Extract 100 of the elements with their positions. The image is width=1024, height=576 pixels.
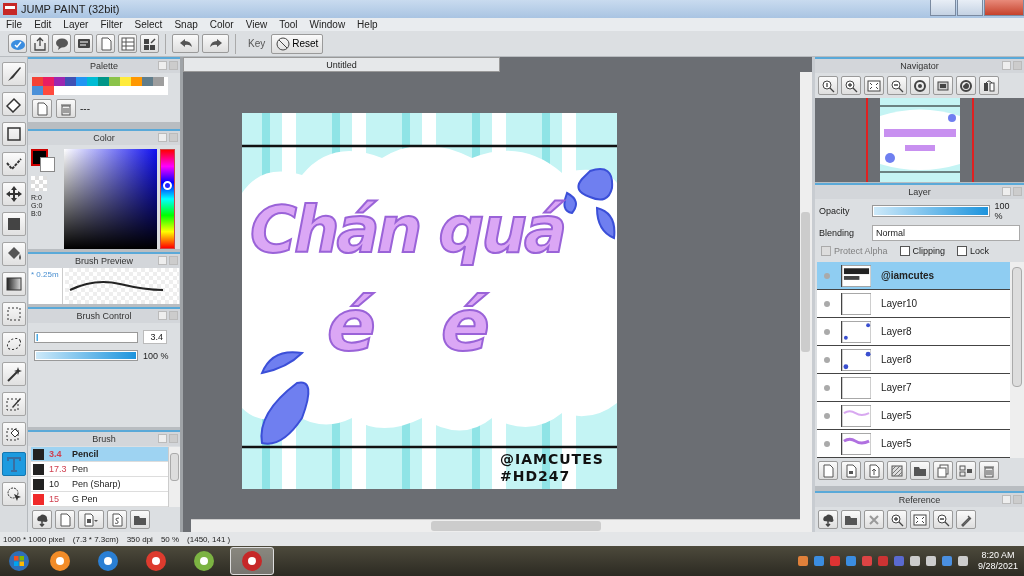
- tool-button[interactable]: [1, 212, 26, 236]
- menu-item[interactable]: Help: [357, 19, 378, 30]
- menu-item[interactable]: Layer: [63, 19, 89, 30]
- brush-item[interactable]: 17.3 Pen: [31, 462, 168, 477]
- tray-icon[interactable]: [813, 556, 824, 566]
- visibility-dot-icon[interactable]: [824, 300, 830, 307]
- tool-button[interactable]: [1, 242, 26, 266]
- color-swatch[interactable]: [131, 77, 142, 86]
- slider-track[interactable]: [34, 331, 138, 343]
- toolbar-button[interactable]: [140, 34, 159, 53]
- color-swatch[interactable]: [142, 77, 153, 86]
- navigator-button[interactable]: [841, 76, 861, 95]
- vertical-scrollbar[interactable]: [1010, 262, 1024, 458]
- tool-button[interactable]: [1, 62, 26, 86]
- layer-row[interactable]: @iamcutes: [817, 262, 1010, 290]
- tool-button[interactable]: [1, 92, 26, 116]
- tool-button[interactable]: [1, 182, 26, 206]
- layer-action-button[interactable]: [933, 461, 953, 480]
- navigator-button[interactable]: [818, 76, 838, 95]
- color-swatch[interactable]: [54, 77, 65, 86]
- menu-item[interactable]: Edit: [34, 19, 52, 30]
- scrollbar-thumb[interactable]: [170, 453, 179, 481]
- layer-action-button[interactable]: [979, 461, 999, 480]
- hue-thumb[interactable]: [163, 181, 172, 191]
- menu-item[interactable]: File: [6, 19, 23, 30]
- layer-row[interactable]: Layer8: [817, 318, 1010, 346]
- checkbox[interactable]: Clipping: [899, 246, 946, 256]
- visibility-dot-icon[interactable]: [824, 440, 830, 447]
- color-swatch[interactable]: [43, 77, 54, 86]
- tray-icon[interactable]: [909, 556, 920, 566]
- layer-action-button[interactable]: [864, 461, 884, 480]
- scrollbar-thumb[interactable]: [801, 212, 810, 352]
- hue-slider[interactable]: [160, 149, 175, 249]
- visibility-dot-icon[interactable]: [824, 328, 830, 335]
- visibility-dot-icon[interactable]: [824, 356, 830, 363]
- horizontal-scrollbar[interactable]: [191, 519, 800, 532]
- color-swatch[interactable]: [98, 77, 109, 86]
- tool-button[interactable]: [1, 272, 26, 296]
- navigator-button[interactable]: [979, 76, 999, 95]
- menu-item[interactable]: Tool: [279, 19, 298, 30]
- color-swatch[interactable]: [87, 77, 98, 86]
- new-swatch-button[interactable]: [32, 99, 52, 118]
- navigator-button[interactable]: [910, 76, 930, 95]
- color-swatch[interactable]: [76, 77, 87, 86]
- color-swatch[interactable]: [153, 77, 164, 86]
- color-swatch[interactable]: [65, 77, 76, 86]
- tray-icon[interactable]: [957, 556, 968, 566]
- tool-button[interactable]: [1, 422, 26, 446]
- layer-row[interactable]: Layer5: [817, 402, 1010, 430]
- background-color-swatch[interactable]: [40, 157, 55, 172]
- visibility-dot-icon[interactable]: [824, 384, 830, 391]
- checkbox[interactable]: Lock: [957, 246, 990, 256]
- brush-item[interactable]: 10 Pen (Sharp): [31, 477, 168, 492]
- tray-icon[interactable]: [797, 556, 808, 566]
- navigator-button[interactable]: [887, 76, 907, 95]
- menu-item[interactable]: Color: [209, 19, 234, 30]
- vertical-scrollbar[interactable]: [800, 72, 812, 532]
- tool-button[interactable]: [1, 482, 26, 506]
- brush-item[interactable]: 15 G Pen: [31, 492, 168, 507]
- brush-item[interactable]: 3.4 Pencil: [31, 447, 168, 462]
- reference-button[interactable]: [910, 510, 930, 529]
- navigator-button[interactable]: [933, 76, 953, 95]
- menu-item[interactable]: Filter: [100, 19, 123, 30]
- brush-menu-button[interactable]: [78, 510, 104, 529]
- tool-button[interactable]: [1, 362, 26, 386]
- layer-row[interactable]: Layer10: [817, 290, 1010, 318]
- toolbar-button[interactable]: [52, 34, 71, 53]
- layer-action-button[interactable]: [910, 461, 930, 480]
- delete-swatch-button[interactable]: [56, 99, 76, 118]
- toolbar-button[interactable]: [74, 34, 93, 53]
- tray-icon[interactable]: [845, 556, 856, 566]
- saturation-value-picker[interactable]: [64, 149, 157, 249]
- color-swatch[interactable]: [120, 77, 131, 86]
- scrollbar-thumb[interactable]: [1012, 267, 1022, 387]
- undo-button[interactable]: [172, 34, 199, 53]
- menu-item[interactable]: Snap: [174, 19, 198, 30]
- redo-button[interactable]: [202, 34, 229, 53]
- document-tab[interactable]: Untitled: [183, 57, 500, 72]
- download-brush-button[interactable]: [32, 510, 52, 529]
- toolbar-button[interactable]: [118, 34, 137, 53]
- tool-button[interactable]: [1, 152, 26, 176]
- reference-button[interactable]: [933, 510, 953, 529]
- menu-item[interactable]: Select: [134, 19, 163, 30]
- reference-button[interactable]: [956, 510, 976, 529]
- tray-icon[interactable]: [925, 556, 936, 566]
- close-button[interactable]: [984, 0, 1024, 16]
- layer-action-button[interactable]: [956, 461, 976, 480]
- navigator-button[interactable]: [864, 76, 884, 95]
- toolbar-button[interactable]: [30, 34, 49, 53]
- layer-row[interactable]: Layer5: [817, 430, 1010, 458]
- tool-button[interactable]: [1, 122, 26, 146]
- layer-row[interactable]: Layer7: [817, 374, 1010, 402]
- reference-button[interactable]: [818, 510, 838, 529]
- reference-button[interactable]: [841, 510, 861, 529]
- brush-settings-button[interactable]: [107, 510, 127, 529]
- transparent-swatch[interactable]: [31, 176, 47, 191]
- layer-action-button[interactable]: [887, 461, 907, 480]
- brush-folder-button[interactable]: [130, 510, 150, 529]
- maximize-button[interactable]: [957, 0, 983, 16]
- visibility-dot-icon[interactable]: [824, 412, 830, 419]
